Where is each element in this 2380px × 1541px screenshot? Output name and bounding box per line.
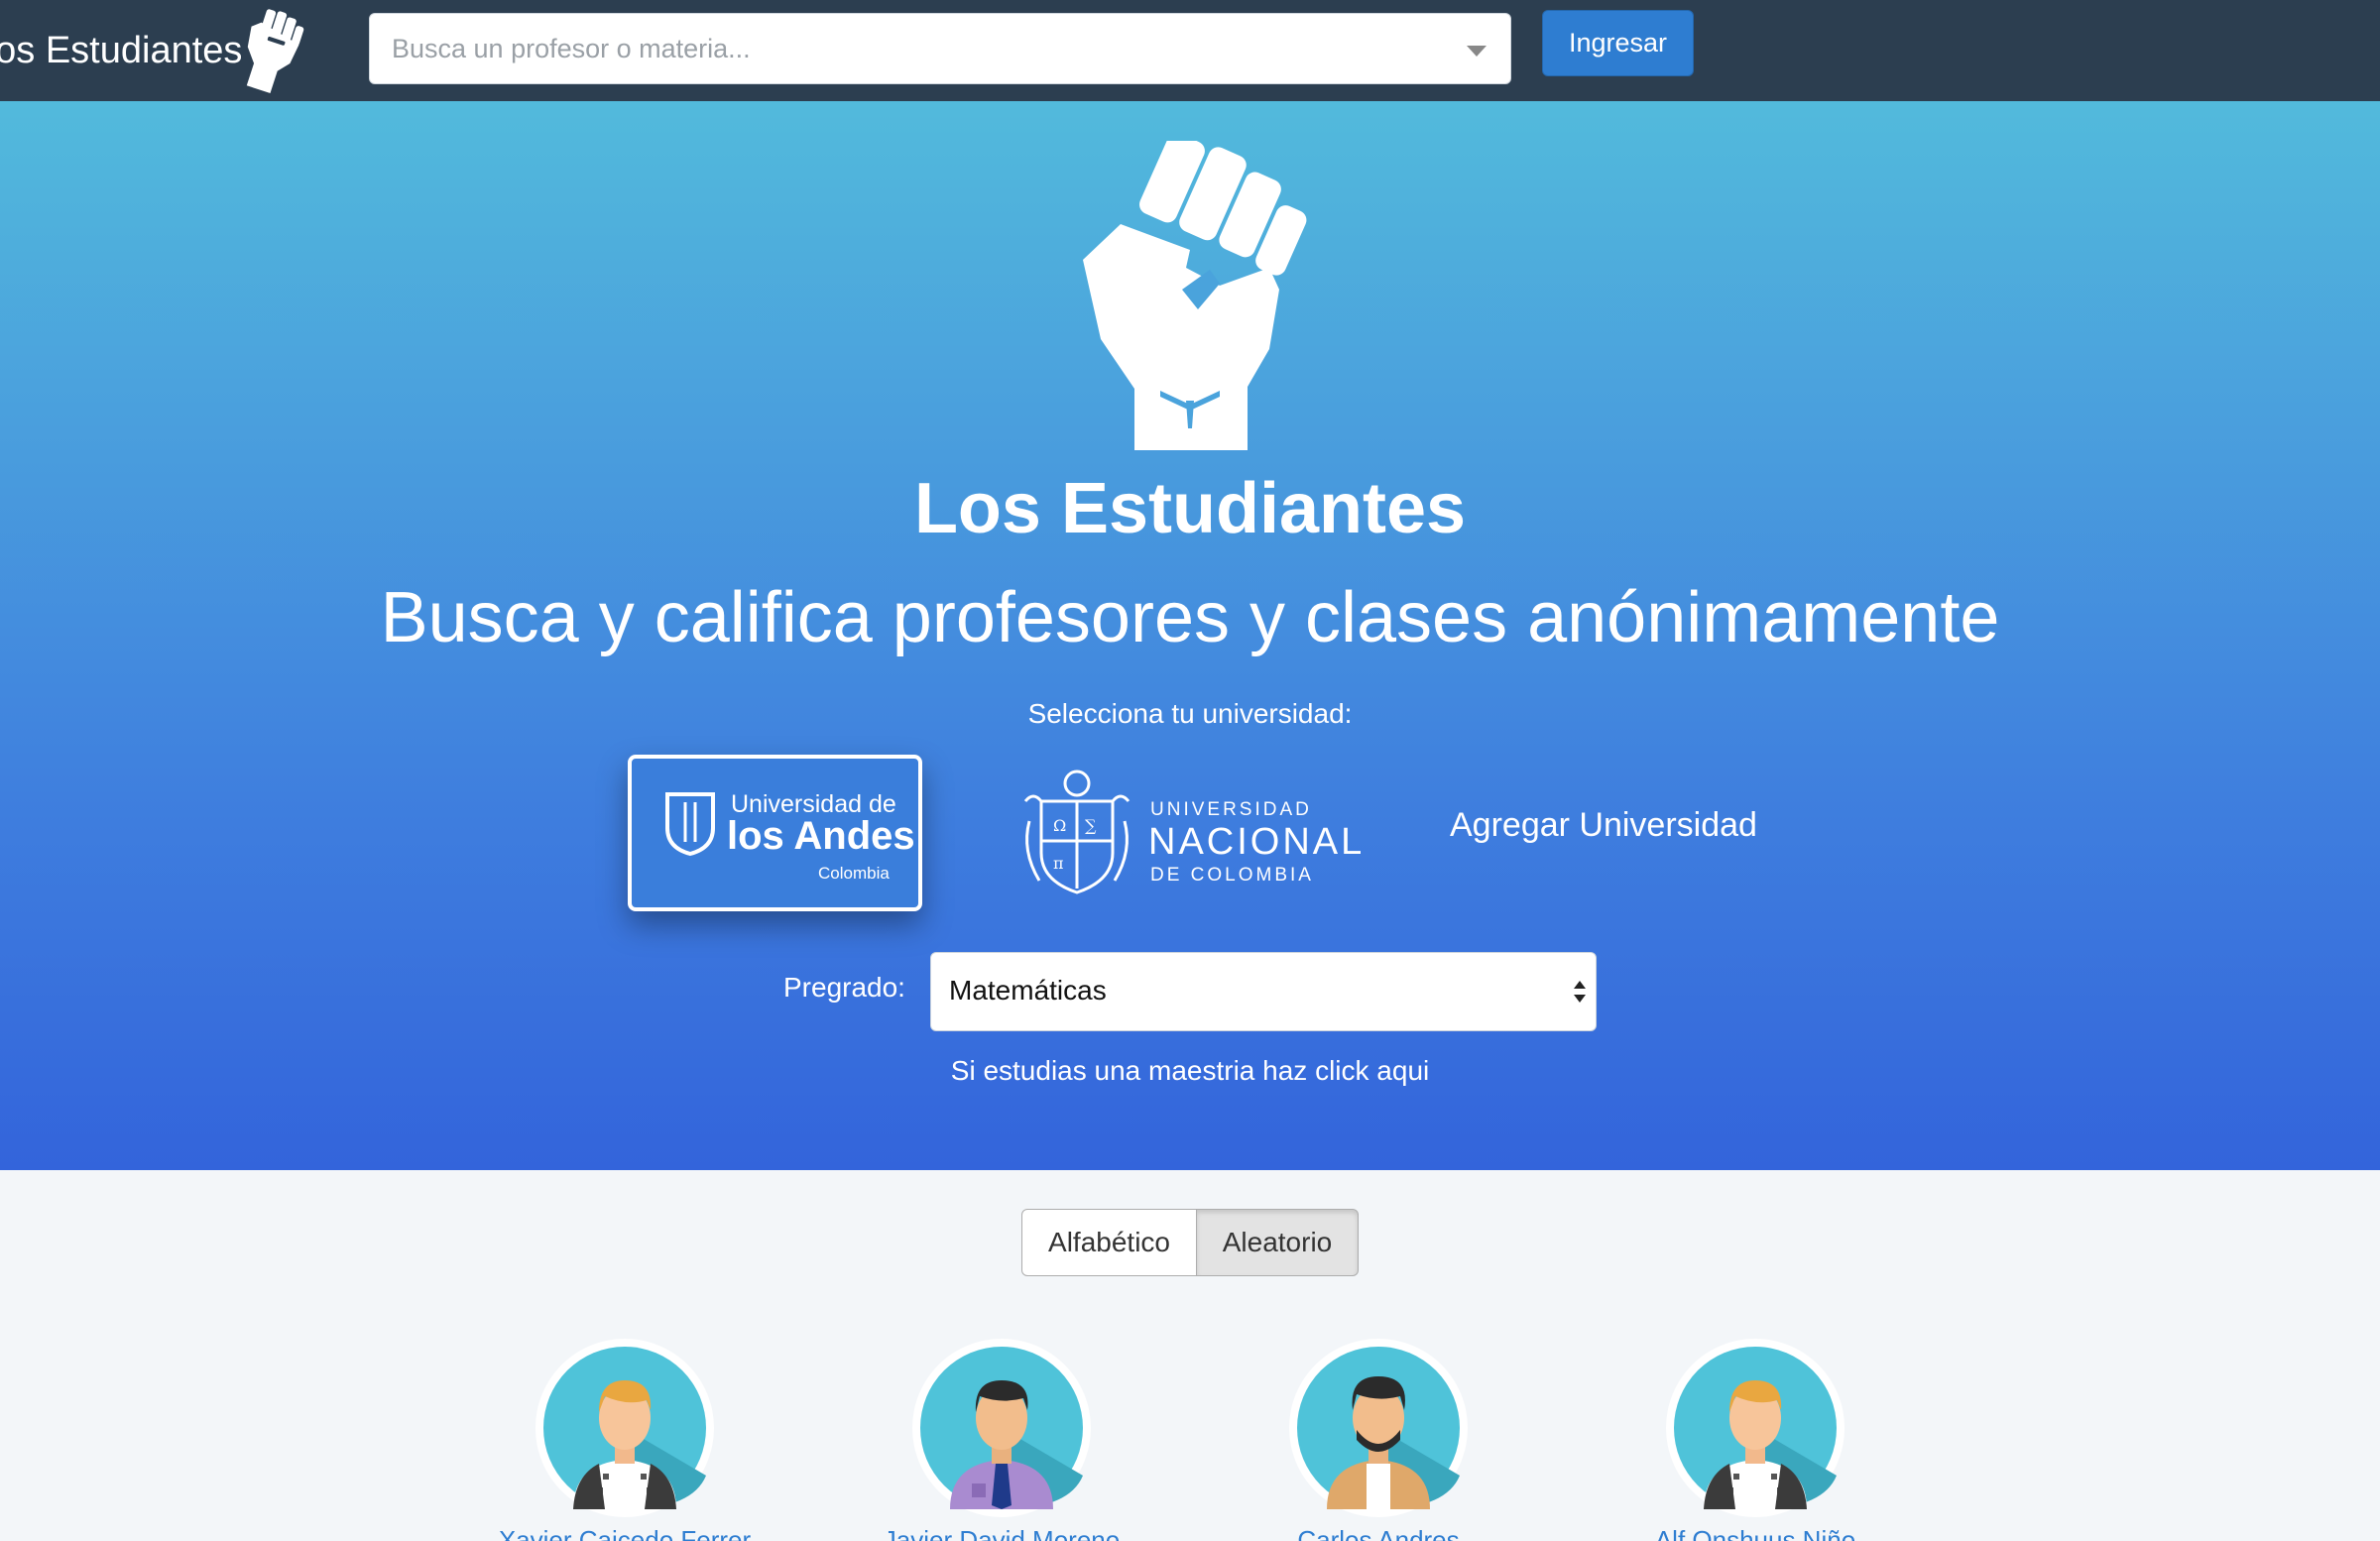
sort-toggle: Alfabético Aleatorio <box>1021 1209 1359 1276</box>
andes-name-line3: Colombia <box>818 864 890 883</box>
avatar[interactable] <box>1289 1339 1468 1517</box>
add-university-link[interactable]: Agregar Universidad <box>1450 806 1757 845</box>
university-card-nacional[interactable]: Ω ∑ π UNIVERSIDAD NACIONAL DE COLOMBIA <box>1019 756 1362 904</box>
maestria-link-row: Si estudias una maestria haz click aqui <box>0 1055 2380 1087</box>
university-select-label: Selecciona tu universidad: <box>1027 698 1353 729</box>
login-button[interactable]: Ingresar <box>1542 10 1694 76</box>
svg-text:Ω: Ω <box>1053 816 1066 835</box>
hero-title: Los Estudiantes <box>913 469 1467 548</box>
navbar: Los Estudiantes Ingresar <box>0 0 2380 101</box>
andes-name-line2: los Andes <box>727 814 915 858</box>
professor-avatar-blond-icon <box>543 1347 706 1509</box>
raised-fist-icon <box>1083 141 1307 450</box>
search-input[interactable] <box>392 14 1443 83</box>
university-card-andes[interactable]: Universidad de los Andes Colombia <box>628 755 922 911</box>
professor-name[interactable]: Carlos Andres <box>1230 1525 1527 1541</box>
nacional-name-line1: UNIVERSIDAD <box>1150 799 1312 820</box>
select-down-arrow-icon <box>1574 995 1586 1003</box>
pregrado-label: Pregrado: <box>783 972 905 1003</box>
professor-card[interactable]: Xavier Caicedo Ferrer <box>499 1339 751 1541</box>
pregrado-selected-value: Matemáticas <box>949 975 1107 1006</box>
professor-card[interactable]: Javier David Moreno <box>884 1339 1120 1541</box>
search-box[interactable] <box>369 13 1511 84</box>
nacional-name-line3: DE COLOMBIA <box>1150 865 1314 886</box>
chevron-down-icon[interactable] <box>1467 46 1487 57</box>
professor-name[interactable]: Javier David Moreno <box>853 1525 1150 1541</box>
fist-logo-icon[interactable] <box>236 6 305 95</box>
sort-alphabetical-button[interactable]: Alfabético <box>1021 1209 1197 1276</box>
professor-card[interactable]: Alf Onshuus Niño <box>1655 1339 1855 1541</box>
professor-name[interactable]: Alf Onshuus Niño <box>1606 1525 1904 1541</box>
professor-avatar-blond-icon <box>1674 1347 1837 1509</box>
hero-section: Los Estudiantes Busca y califica profeso… <box>0 101 2380 1170</box>
hero-subtitle: Busca y califica profesores y clases anó… <box>380 578 2000 657</box>
andes-logo-icon <box>665 792 715 857</box>
nacional-seal-icon: Ω ∑ π <box>1023 770 1130 894</box>
professor-name[interactable]: Xavier Caicedo Ferrer <box>476 1525 774 1541</box>
brand-name[interactable]: Los Estudiantes <box>0 30 242 72</box>
maestria-link[interactable]: Si estudias una maestria haz click aqui <box>951 1055 1429 1086</box>
avatar[interactable] <box>1666 1339 1844 1517</box>
sort-random-button[interactable]: Aleatorio <box>1197 1209 1359 1276</box>
brand-link[interactable]: Los Estudiantes <box>0 0 242 101</box>
svg-text:π: π <box>1053 854 1064 873</box>
professor-avatar-tie-icon <box>920 1347 1083 1509</box>
svg-text:∑: ∑ <box>1085 816 1097 835</box>
professor-avatar-bearded-icon <box>1297 1347 1460 1509</box>
nacional-name-line2: NACIONAL <box>1148 821 1366 863</box>
avatar[interactable] <box>536 1339 714 1517</box>
pregrado-select[interactable]: Matemáticas <box>930 952 1597 1031</box>
select-up-arrow-icon <box>1574 981 1586 989</box>
professor-card[interactable]: Carlos Andres <box>1289 1339 1468 1541</box>
avatar[interactable] <box>912 1339 1091 1517</box>
